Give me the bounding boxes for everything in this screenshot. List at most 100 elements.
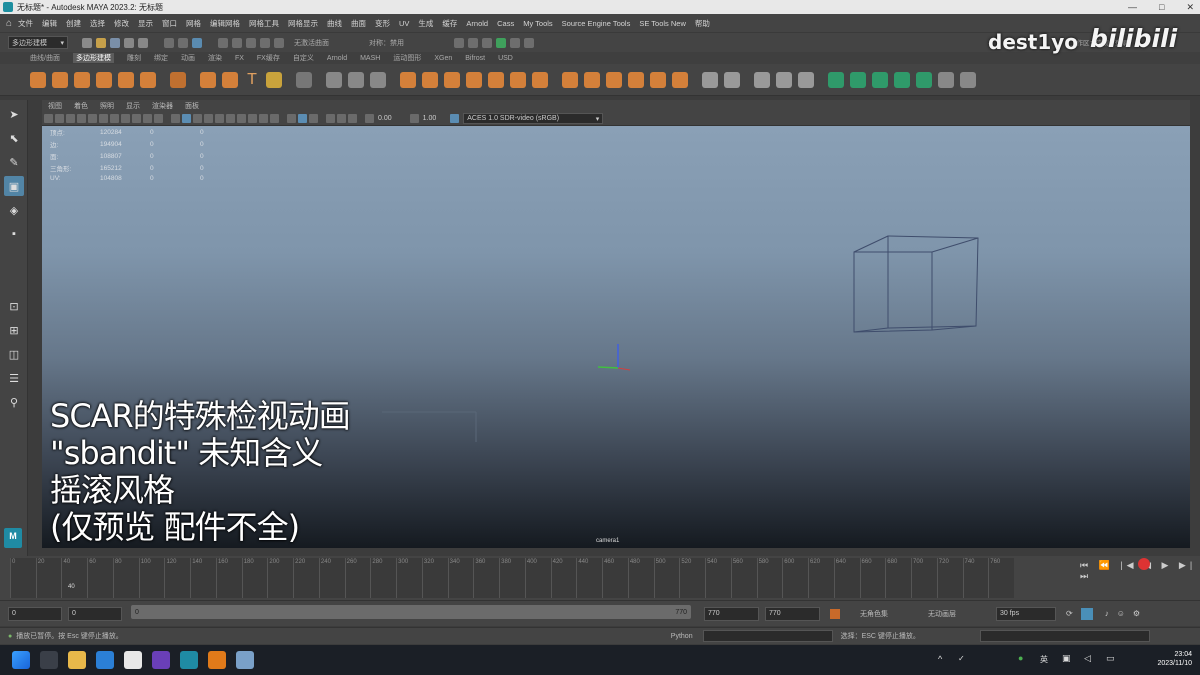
center-pivot-icon[interactable] — [702, 71, 718, 88]
poly-type-icon[interactable] — [296, 71, 312, 88]
menu-help[interactable]: 帮助 — [695, 18, 710, 29]
wireframe-on-shaded-icon[interactable] — [193, 114, 202, 123]
color-management-icon[interactable] — [450, 114, 460, 123]
sound-icon[interactable]: ♪ — [1105, 609, 1109, 618]
open-scene-icon[interactable] — [96, 37, 106, 48]
menu-cache[interactable]: 缓存 — [442, 18, 457, 29]
visual-studio-icon[interactable] — [152, 651, 170, 669]
tray-app-icon[interactable]: ✓ — [958, 654, 965, 663]
start-icon[interactable] — [12, 651, 30, 669]
scene-end-field[interactable]: 770 — [765, 606, 820, 621]
script-language-toggle[interactable]: Python — [671, 633, 693, 640]
home-icon[interactable]: ⌂ — [0, 18, 18, 29]
time-slider[interactable]: 0 20 40 60 80 100 120 140 160 180 200 220 240 260 280 3… — [10, 558, 1014, 598]
undo-icon[interactable] — [124, 37, 134, 48]
maximize-button[interactable]: □ — [1159, 2, 1164, 12]
field-chart-icon[interactable] — [132, 114, 141, 123]
menu-my-tools[interactable]: My Tools — [523, 19, 552, 28]
exposure-icon[interactable] — [337, 114, 346, 123]
tray-chevron-icon[interactable]: ^ — [938, 654, 942, 664]
slide-edge-icon[interactable] — [672, 71, 688, 88]
menu-uv[interactable]: UV — [399, 19, 409, 28]
task-view-icon[interactable] — [40, 651, 58, 669]
redo-icon[interactable] — [138, 37, 148, 48]
mirror-icon[interactable] — [422, 71, 438, 88]
menu-windows[interactable]: 窗口 — [162, 18, 177, 29]
snap-curve-icon[interactable] — [232, 37, 242, 48]
gate-mask-icon[interactable] — [121, 114, 130, 123]
poly-cube-icon[interactable] — [52, 71, 68, 88]
close-button[interactable]: ✕ — [1186, 2, 1194, 13]
quad-draw-icon[interactable] — [628, 71, 644, 88]
soft-select-icon[interactable] — [798, 71, 814, 88]
menu-create[interactable]: 创建 — [66, 18, 81, 29]
anim-layer-dropdown[interactable]: 无动画层 — [928, 609, 956, 619]
append-icon[interactable] — [510, 71, 526, 88]
loop-icon[interactable]: ⟳ — [1066, 609, 1073, 618]
scene-start-field[interactable]: 0 — [8, 606, 62, 621]
safe-title-icon[interactable] — [154, 114, 163, 123]
preferences-icon[interactable]: ⚙ — [1133, 609, 1140, 618]
scale-tool-icon[interactable]: ▪ — [4, 224, 24, 244]
super-shape-icon[interactable] — [222, 71, 238, 88]
unfold-icon[interactable] — [894, 71, 910, 88]
playback-range-bar[interactable]: 0 770 — [131, 605, 691, 619]
network-icon[interactable]: ▣ — [1062, 653, 1071, 664]
bridge-icon[interactable] — [466, 71, 482, 88]
shelf-tab-mash[interactable]: MASH — [360, 55, 380, 62]
poly-cone-icon[interactable] — [96, 71, 112, 88]
panel-menu-view[interactable]: 视图 — [48, 101, 62, 111]
minimize-button[interactable]: — — [1128, 2, 1137, 12]
shelf-tab-arnold[interactable]: Arnold — [327, 55, 347, 62]
symmetry-label[interactable]: 对称：禁用 — [369, 38, 404, 48]
fill-hole-icon[interactable] — [532, 71, 548, 88]
use-all-lights-icon[interactable] — [215, 114, 224, 123]
textured-icon[interactable] — [204, 114, 213, 123]
anti-aliasing-icon[interactable] — [259, 114, 268, 123]
gamma-value[interactable]: 1.00 — [423, 115, 437, 122]
poly-sphere-icon[interactable] — [30, 71, 46, 88]
planar-map-icon[interactable] — [850, 71, 866, 88]
image-viewer-icon[interactable] — [236, 651, 254, 669]
menu-mesh-tools[interactable]: 网格工具 — [249, 18, 279, 29]
uv-snapshot-icon[interactable] — [938, 71, 954, 88]
select-hierarchy-icon[interactable] — [164, 37, 174, 48]
battery-icon[interactable]: ▭ — [1106, 653, 1115, 664]
four-view-icon[interactable]: ⊞ — [4, 320, 24, 340]
outliner-layout-icon[interactable]: ☰ — [4, 368, 24, 388]
layout-uv-icon[interactable] — [916, 71, 932, 88]
qq-icon[interactable] — [124, 651, 142, 669]
sculpt-icon[interactable] — [776, 71, 792, 88]
target-weld-icon[interactable] — [584, 71, 600, 88]
ime-indicator[interactable]: 英 — [1040, 654, 1048, 665]
side-by-side-icon[interactable]: ◫ — [4, 344, 24, 364]
multi-cut-icon[interactable] — [562, 71, 578, 88]
character-icon[interactable]: ☺ — [1117, 609, 1125, 618]
cache-playback-icon[interactable] — [1080, 607, 1093, 620]
poly-text-icon[interactable]: T — [244, 71, 260, 88]
isolate-select-icon[interactable] — [287, 114, 296, 123]
menu-se-tools-new[interactable]: SE Tools New — [639, 19, 686, 28]
poly-cylinder-icon[interactable] — [74, 71, 90, 88]
extrude-icon[interactable] — [444, 71, 460, 88]
auto-key-icon[interactable] — [830, 608, 840, 619]
camera-select-icon[interactable] — [44, 114, 53, 123]
boolean-icon[interactable] — [400, 71, 416, 88]
menu-arnold[interactable]: Arnold — [466, 19, 488, 28]
wechat-icon[interactable]: ● — [1018, 653, 1023, 663]
bookmark-icon[interactable] — [66, 114, 75, 123]
new-scene-icon[interactable] — [82, 37, 92, 48]
platonic-solid-icon[interactable] — [200, 71, 216, 88]
maya-taskbar-icon[interactable] — [180, 651, 198, 669]
safe-action-icon[interactable] — [143, 114, 152, 123]
menu-generate[interactable]: 生成 — [418, 18, 433, 29]
live-surface-label[interactable]: 无激活曲面 — [294, 38, 329, 48]
poly-plane-icon[interactable] — [118, 71, 134, 88]
shelf-tab-fx[interactable]: FX — [235, 55, 244, 62]
camera-attributes-icon[interactable] — [55, 114, 64, 123]
menu-deform[interactable]: 变形 — [375, 18, 390, 29]
save-scene-icon[interactable] — [110, 37, 120, 48]
file-explorer-icon[interactable] — [68, 651, 86, 669]
shelf-tab-bifrost[interactable]: Bifrost — [465, 55, 485, 62]
menu-mesh[interactable]: 网格 — [186, 18, 201, 29]
